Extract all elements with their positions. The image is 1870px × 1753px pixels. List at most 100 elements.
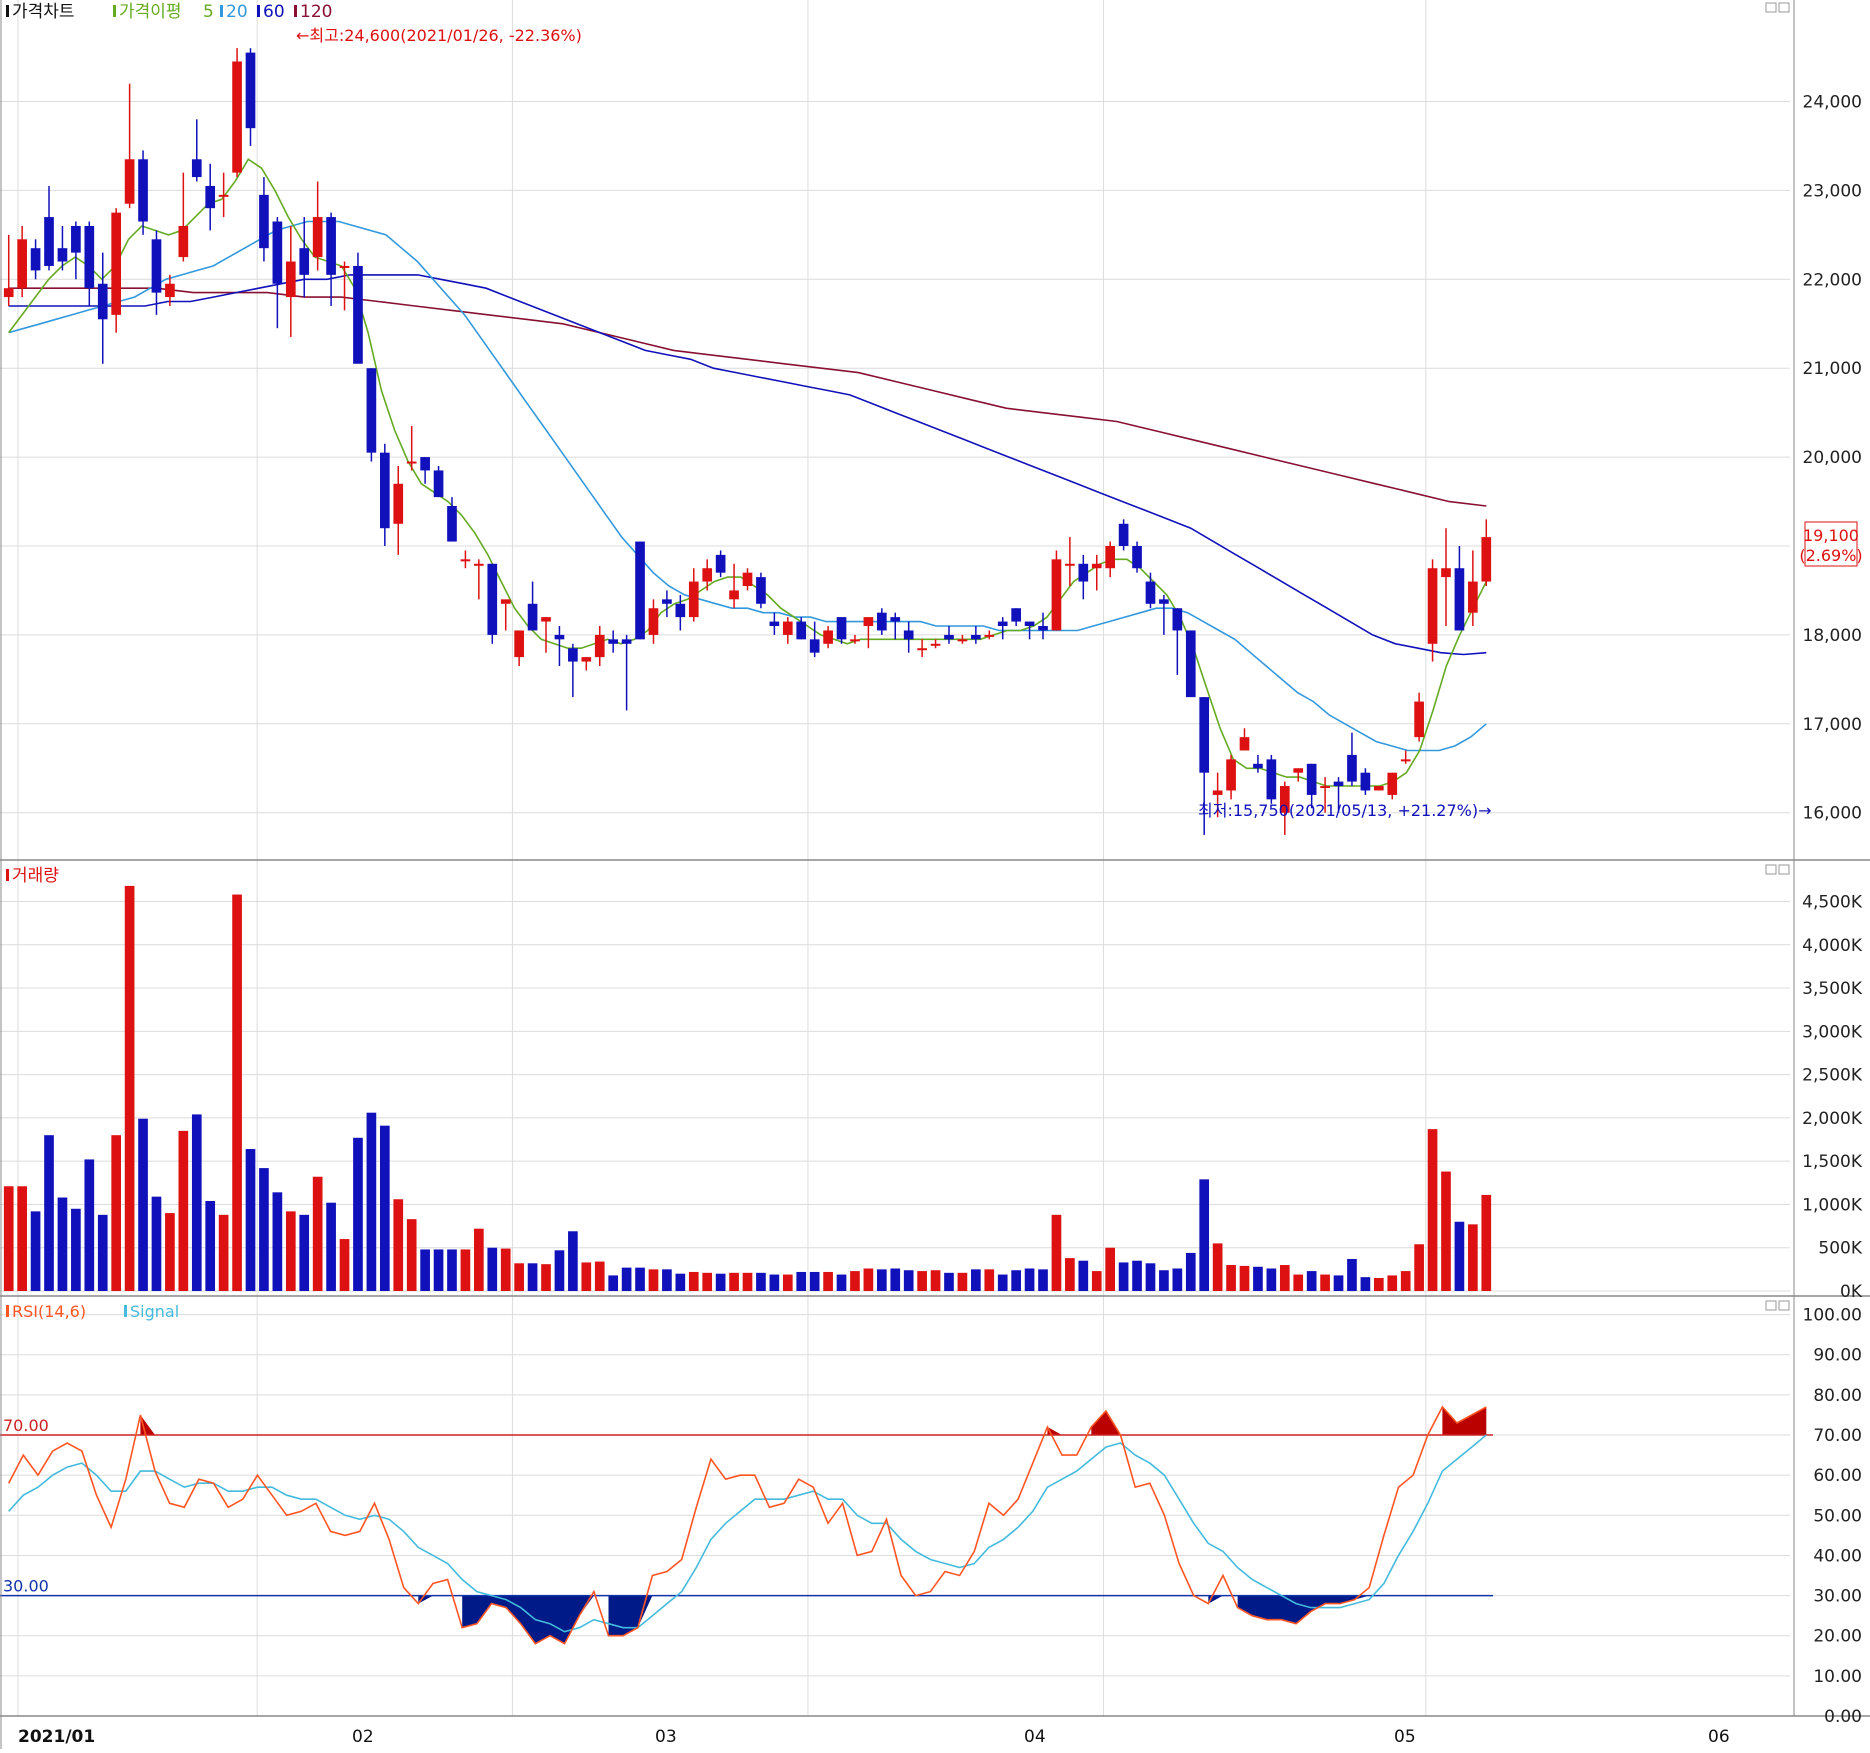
volume-bar (997, 1274, 1008, 1291)
volume-bar (1414, 1244, 1424, 1291)
minimize-icon[interactable] (1765, 1300, 1777, 1311)
candle-body (1414, 701, 1424, 738)
candle-body (581, 657, 592, 662)
ma20-legend: 20 (226, 2, 248, 22)
candle-body (447, 505, 457, 542)
volume-bar (917, 1271, 927, 1291)
volume-bar (1454, 1221, 1465, 1291)
candle-body (1239, 737, 1250, 751)
x-axis-label: 06 (1708, 1727, 1730, 1747)
volume-bar (1226, 1265, 1236, 1291)
volume-bar (460, 1249, 471, 1291)
legend-marker (124, 1305, 127, 1317)
candle-body (1320, 786, 1330, 789)
volume-bar (487, 1247, 498, 1291)
candle-body (1387, 772, 1398, 795)
candle-body (756, 577, 766, 604)
candle-body (218, 194, 229, 197)
candle-body (769, 621, 780, 627)
candle-body (1333, 781, 1344, 787)
candle-body (1373, 786, 1384, 791)
rsi-tick-label: 90.00 (1813, 1346, 1862, 1366)
volume-bar (1051, 1214, 1062, 1291)
volume-bar (930, 1270, 941, 1291)
candle-body (1091, 563, 1102, 569)
candle-body (527, 603, 538, 631)
candle-body (406, 461, 417, 464)
minimize-icon[interactable] (1765, 2, 1777, 13)
volume-tick-label: 0K (1840, 1282, 1863, 1302)
volume-tick-label: 3,500K (1802, 979, 1863, 999)
ma-legend-label: 가격이평 (119, 2, 182, 22)
candle-body (366, 368, 377, 453)
candle-body (554, 634, 565, 640)
candle-body (487, 563, 498, 635)
candle-body (729, 590, 739, 600)
candle-body (608, 639, 619, 644)
volume-bar (1145, 1263, 1156, 1291)
volume-bar (621, 1267, 632, 1291)
candle-body (863, 617, 874, 627)
candle-body (124, 159, 135, 204)
volume-bar (1333, 1275, 1344, 1291)
volume-bar (312, 1176, 323, 1291)
candle-body (353, 265, 363, 364)
volume-panel-title: 거래량 (12, 866, 59, 886)
candle-body (1038, 626, 1048, 631)
current-price-label: 19,100 (1803, 526, 1859, 545)
volume-bar (514, 1263, 524, 1291)
candle-body (17, 239, 27, 289)
volume-bar (1387, 1275, 1398, 1291)
legend-marker (6, 869, 9, 881)
close-icon[interactable] (1778, 2, 1790, 13)
volume-bar (541, 1264, 551, 1291)
current-change-label: (2.69%) (1799, 546, 1862, 565)
volume-bar (1373, 1278, 1384, 1291)
volume-bar (944, 1272, 954, 1291)
candle-body (1226, 759, 1236, 791)
volume-bar (796, 1271, 807, 1291)
candle-body (1468, 581, 1478, 613)
minimize-icon[interactable] (1765, 864, 1777, 875)
volume-bar (662, 1269, 672, 1291)
volume-bar (554, 1250, 565, 1291)
price-tick-label: 22,000 (1803, 270, 1862, 290)
low-annotation: 최저:15,750(2021/05/13, +21.27%)→ (1198, 801, 1492, 820)
rsi-tick-label: 60.00 (1813, 1466, 1862, 1486)
close-icon[interactable] (1778, 864, 1790, 875)
volume-bar (903, 1270, 914, 1291)
volume-bar (57, 1197, 68, 1291)
candle-body (944, 634, 954, 640)
high-annotation: ←최고:24,600(2021/01/26, -22.36%) (296, 26, 582, 45)
candle-body (541, 617, 551, 622)
volume-bar (769, 1274, 780, 1291)
candle-body (662, 599, 672, 604)
candle-body (702, 568, 713, 582)
volume-bar (447, 1249, 457, 1291)
volume-bar (71, 1208, 81, 1291)
volume-bar (1239, 1265, 1250, 1291)
volume-bar (165, 1213, 175, 1291)
volume-bar (218, 1214, 229, 1291)
volume-tick-label: 2,000K (1802, 1109, 1863, 1129)
candle-body (178, 225, 189, 258)
candle-body (44, 217, 54, 266)
ma120-legend: 120 (300, 2, 332, 22)
candle-body (420, 457, 430, 471)
volume-bar (138, 1118, 148, 1291)
candle-body (1145, 581, 1156, 604)
candle-body (71, 225, 81, 253)
volume-bar (876, 1269, 887, 1291)
volume-bar (1279, 1265, 1290, 1291)
volume-tick-label: 4,000K (1802, 936, 1863, 956)
candle-body (1132, 546, 1142, 569)
volume-bar (259, 1168, 269, 1291)
candle-body (84, 225, 95, 289)
close-icon[interactable] (1778, 1300, 1790, 1311)
volume-bar (205, 1200, 216, 1291)
candle-body (715, 554, 726, 573)
volume-bar (863, 1268, 874, 1291)
candle-body (3, 288, 14, 298)
volume-bar (151, 1196, 162, 1291)
volume-bar (1468, 1224, 1478, 1291)
